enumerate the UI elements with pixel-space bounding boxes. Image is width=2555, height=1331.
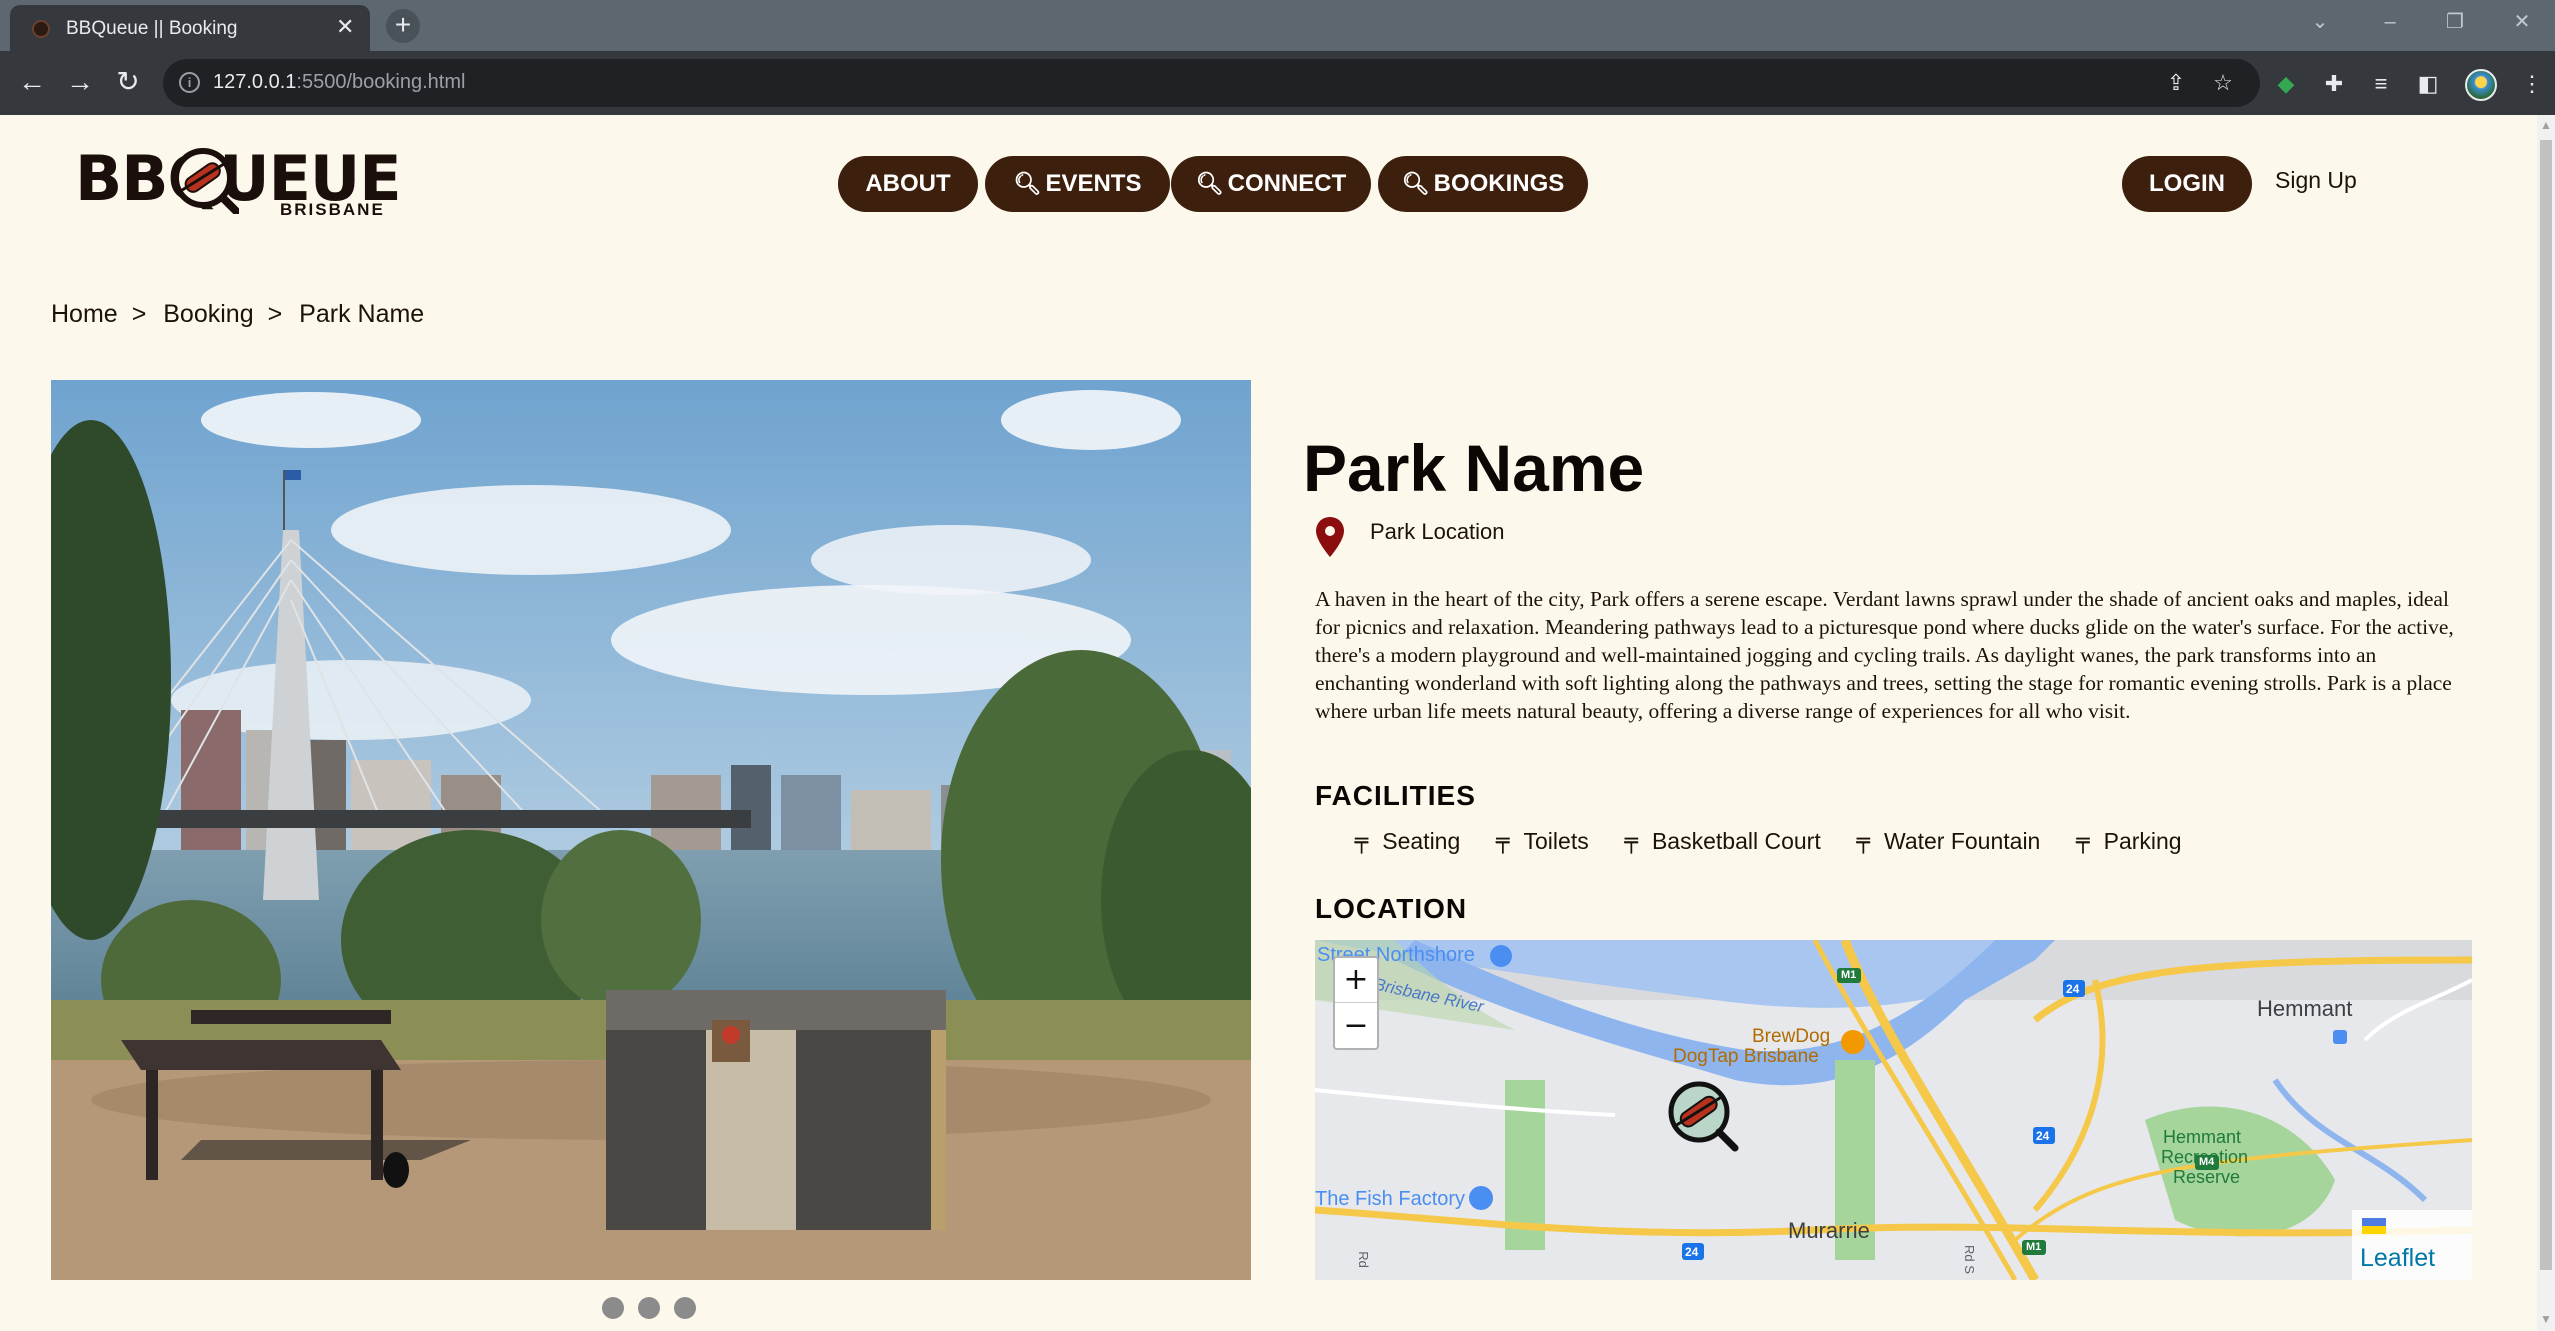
reading-list-icon[interactable]: ≡: [2367, 70, 2395, 98]
bbq-marker-icon[interactable]: [1667, 1080, 1739, 1152]
tab-search-icon[interactable]: ⌄: [2290, 0, 2350, 46]
park-location: Park Location: [1370, 519, 1505, 544]
park-title: Park Name: [1303, 431, 1645, 505]
browser-tab-strip: BBQueue || Booking ✕ + ⌄ – ❐ ✕: [0, 0, 2555, 51]
breadcrumb-booking[interactable]: Booking: [163, 300, 253, 328]
map-label-hemmant: Hemmant: [2257, 996, 2353, 1021]
map-shield-m4: M4: [2199, 1156, 2215, 1168]
reload-icon[interactable]: ↻: [108, 63, 148, 103]
park-photo: [51, 380, 1251, 1280]
picnic-table-icon: ╤̶: [1856, 828, 1870, 854]
carousel-dot-1[interactable]: [602, 1297, 624, 1319]
map-zoom-control: + −: [1333, 956, 1379, 1050]
park-description: A haven in the heart of the city, Park o…: [1315, 587, 2454, 723]
close-window-icon[interactable]: ✕: [2492, 0, 2552, 46]
search-icon: 🔍︎: [1195, 171, 1224, 196]
map-label-road: Rd S: [1961, 1245, 1977, 1274]
map-shield-24: 24: [1685, 1245, 1699, 1259]
map-label-fish-factory: The Fish Factory: [1315, 1188, 1466, 1210]
nav-bookings[interactable]: 🔍︎ BOOKINGS: [1378, 156, 1588, 212]
picnic-table-icon: ╤̶: [2076, 828, 2090, 854]
site-info-icon[interactable]: i: [179, 72, 200, 93]
login-button[interactable]: LOGIN: [2122, 156, 2252, 212]
scroll-down-icon[interactable]: ▼: [2539, 1312, 2553, 1326]
map-shield-24: 24: [2036, 1129, 2050, 1143]
facility-item: ╤̶ Seating: [1355, 827, 1461, 854]
leaflet-link[interactable]: Leaflet: [2360, 1244, 2435, 1273]
facility-item: ╤̶ Toilets: [1496, 827, 1589, 854]
new-tab-button[interactable]: +: [386, 9, 420, 43]
map-label-reserve: Hemmant: [2163, 1127, 2242, 1147]
facilities-heading: FACILITIES: [1315, 780, 1476, 811]
breadcrumb-home[interactable]: Home: [51, 300, 118, 328]
breadcrumb-current: Park Name: [299, 300, 425, 328]
facility-item: ╤̶ Water Fountain: [1856, 827, 2041, 854]
map-label-dogtap: DogTap Brisbane: [1673, 1046, 1819, 1067]
url-text: 127.0.0.1:5500/booking.html: [213, 71, 466, 93]
map-label-reserve-3: Reserve: [2173, 1167, 2241, 1187]
map-shield-m1: M1: [1841, 969, 1857, 981]
breadcrumb: Home > Booking > Park Name: [51, 300, 425, 328]
search-icon: 🔍︎: [1013, 171, 1042, 196]
menu-kebab-icon[interactable]: ⋮: [2518, 70, 2546, 98]
color-extension-icon[interactable]: ◆: [2272, 70, 2300, 98]
map-tiles: [1315, 940, 2472, 1280]
carousel-dot-3[interactable]: [674, 1297, 696, 1319]
minimize-window-icon[interactable]: –: [2360, 0, 2420, 46]
forward-arrow-icon[interactable]: →: [60, 63, 100, 103]
browser-tab[interactable]: BBQueue || Booking ✕: [10, 5, 370, 51]
logo-subtitle: BRISBANE: [280, 200, 385, 219]
extensions-puzzle-icon[interactable]: ✚: [2320, 70, 2348, 98]
map-attribution: Leaflet: [2352, 1210, 2472, 1280]
location-map[interactable]: Street Northshore Brisbane River BrewDog…: [1315, 940, 2472, 1280]
browser-toolbar: ← → ↻ i 127.0.0.1:5500/booking.html ⇪ ☆ …: [0, 51, 2555, 115]
signup-link[interactable]: Sign Up: [2275, 167, 2357, 194]
side-panel-icon[interactable]: ◧: [2414, 70, 2442, 98]
facility-item: ╤̶ Basketball Court: [1624, 827, 1821, 854]
nav-events[interactable]: 🔍︎ EVENTS: [985, 156, 1170, 212]
nav-about[interactable]: ABOUT: [838, 156, 978, 212]
carousel-dot-2[interactable]: [638, 1297, 660, 1319]
map-label-brewdog: BrewDog: [1752, 1026, 1831, 1047]
site-favicon-icon: [32, 20, 50, 38]
facilities-list: ╤̶ Seating ╤̶ Toilets ╤̶ Basketball Court ╤…: [1355, 825, 2218, 857]
profile-avatar[interactable]: [2465, 69, 2497, 101]
map-shield-24: 24: [2066, 982, 2080, 996]
map-label-murarrie: Murarrie: [1788, 1218, 1870, 1243]
address-bar[interactable]: i 127.0.0.1:5500/booking.html ⇪ ☆: [163, 59, 2260, 107]
scrollbar-thumb[interactable]: [2540, 140, 2552, 1270]
ukraine-flag-icon: [2362, 1218, 2386, 1234]
map-shield-m1: M1: [2026, 1241, 2042, 1253]
picnic-table-icon: ╤̶: [1355, 828, 1369, 854]
restore-window-icon[interactable]: ❐: [2425, 0, 2485, 46]
picnic-table-icon: ╤̶: [1624, 828, 1638, 854]
share-icon[interactable]: ⇪: [2161, 68, 2191, 98]
search-icon: 🔍︎: [1401, 171, 1430, 196]
facility-item: ╤̶ Parking: [2076, 827, 2182, 854]
close-tab-icon[interactable]: ✕: [336, 14, 354, 40]
bbq-magnifier-logo-icon: [173, 148, 239, 214]
bookmark-star-icon[interactable]: ☆: [2208, 68, 2238, 98]
tab-title: BBQueue || Booking: [66, 18, 238, 39]
map-label-road: Rd: [1355, 1251, 1371, 1268]
scroll-up-icon[interactable]: ▲: [2539, 118, 2553, 132]
site-logo[interactable]: BBQUEUE BRISBANE: [75, 148, 402, 223]
location-heading: LOCATION: [1315, 893, 1468, 924]
back-arrow-icon[interactable]: ←: [12, 63, 52, 103]
zoom-out-button[interactable]: −: [1335, 1004, 1377, 1049]
location-pin-icon: [1316, 517, 1344, 557]
nav-connect[interactable]: 🔍︎ CONNECT: [1171, 156, 1371, 212]
picnic-table-icon: ╤̶: [1496, 828, 1510, 854]
zoom-in-button[interactable]: +: [1335, 958, 1377, 1003]
